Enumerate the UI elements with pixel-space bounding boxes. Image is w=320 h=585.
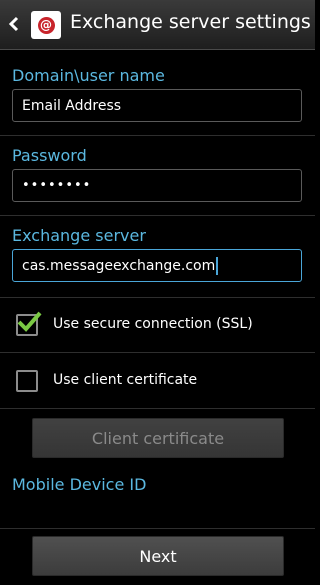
client-certificate-button[interactable]: Client certificate — [32, 418, 284, 458]
chevron-left-icon[interactable] — [7, 13, 21, 35]
text-cursor — [216, 256, 219, 275]
divider — [0, 352, 315, 353]
divider — [0, 135, 315, 136]
divider — [0, 408, 315, 409]
divider — [0, 297, 315, 298]
mobile-device-id-link[interactable]: Mobile Device ID — [12, 475, 146, 494]
domain-user-value: Email Address — [22, 97, 122, 114]
exchange-server-field[interactable]: cas.messageexchange.com — [12, 249, 302, 282]
divider — [0, 528, 315, 529]
client-certificate-label[interactable]: Use client certificate — [53, 372, 197, 388]
ssl-label[interactable]: Use secure connection (SSL) — [53, 316, 253, 332]
email-at-icon: @ — [37, 16, 55, 34]
page-title: Exchange server settings — [70, 11, 311, 33]
client-certificate-checkbox[interactable] — [16, 370, 38, 392]
client-certificate-button-label: Client certificate — [91, 428, 225, 448]
domain-user-field[interactable]: Email Address — [12, 89, 302, 122]
password-value: •••••••• — [22, 178, 92, 193]
exchange-server-label: Exchange server — [12, 226, 146, 245]
next-button-label: Next — [139, 546, 177, 566]
password-field[interactable]: •••••••• — [12, 169, 302, 202]
domain-user-label: Domain\user name — [12, 66, 165, 85]
ssl-checkbox[interactable] — [16, 311, 42, 336]
next-button[interactable]: Next — [32, 536, 284, 576]
password-label: Password — [12, 146, 87, 165]
checkmark-icon — [17, 311, 42, 332]
action-bar: @ Exchange server settings — [0, 0, 315, 50]
exchange-server-value: cas.messageexchange.com — [22, 257, 216, 274]
email-app-icon: @ — [31, 11, 61, 39]
divider — [0, 215, 315, 216]
